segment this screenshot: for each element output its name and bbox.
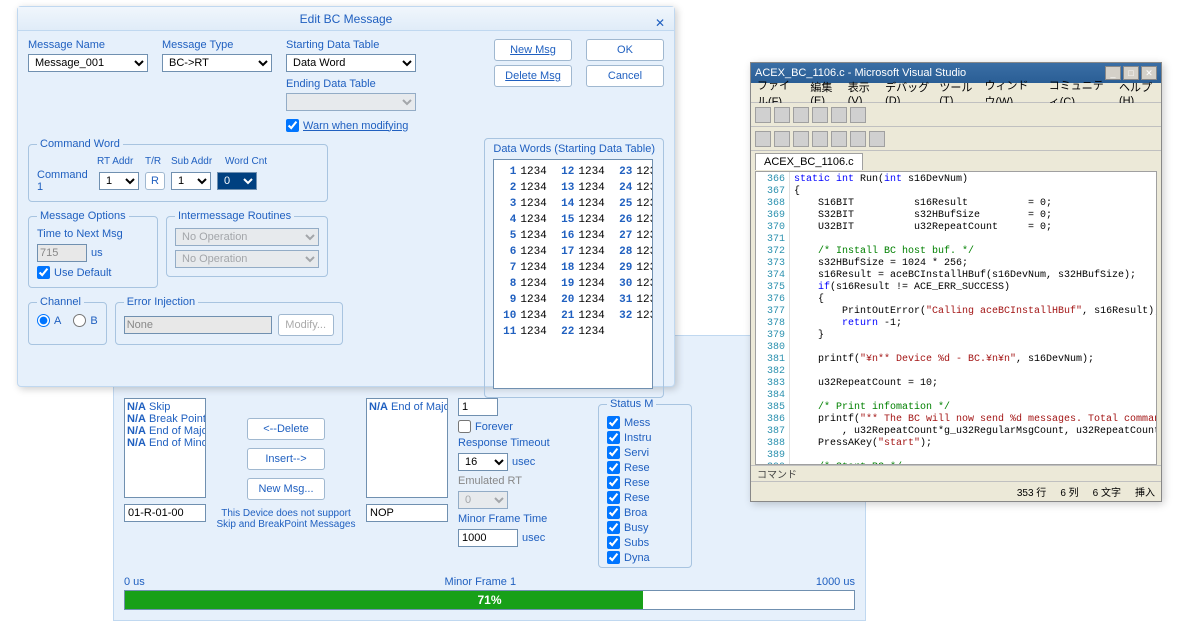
status-checkbox[interactable]: Broa xyxy=(607,506,683,519)
modify-button: Modify... xyxy=(278,314,334,336)
new-msg-button[interactable]: New Msg... xyxy=(247,478,325,500)
toolbar-icon[interactable] xyxy=(755,107,771,123)
status-checkbox[interactable]: Rese xyxy=(607,491,683,504)
progress-percent: 71% xyxy=(125,593,854,607)
errinj-input xyxy=(124,316,272,334)
cancel-button[interactable]: Cancel xyxy=(586,65,664,87)
starting-table-select[interactable]: Data Word xyxy=(286,54,416,72)
insert-button[interactable]: Insert--> xyxy=(247,448,325,470)
frame-code[interactable] xyxy=(124,504,206,522)
vs-tab[interactable]: ACEX_BC_1106.c xyxy=(755,153,863,170)
vs-toolbar[interactable] xyxy=(751,103,1161,127)
channel-a-radio[interactable] xyxy=(37,314,50,327)
minor-frame-label: Minor Frame Time xyxy=(458,513,588,525)
new-msg-button[interactable]: New Msg xyxy=(494,39,572,61)
device-warning: This Device does not support Skip and Br… xyxy=(216,508,356,530)
toolbar-icon[interactable] xyxy=(774,107,790,123)
forever-checkbox[interactable] xyxy=(458,420,471,433)
channel-fieldset: Channel A B xyxy=(28,296,107,345)
ending-table-label: Ending Data Table xyxy=(286,78,416,90)
status-checkbox[interactable]: Rese xyxy=(607,461,683,474)
word-cnt-select[interactable]: 0 xyxy=(217,172,257,190)
message-list-1[interactable]: N/A Skip N/A Break Point N/A End of Majo… xyxy=(124,398,206,498)
status-checkbox[interactable]: Terminal Flag xyxy=(607,566,683,568)
dialog-title-bar: Edit BC Message ✕ xyxy=(18,7,674,31)
intermessage-fieldset: Intermessage Routines No Operation No Op… xyxy=(166,210,328,277)
vs-cmd-label: コマンド xyxy=(751,465,1161,481)
nop-field[interactable] xyxy=(366,504,448,522)
sub-addr-select[interactable]: 1 xyxy=(171,172,211,190)
delete-msg-button[interactable]: Delete Msg xyxy=(494,65,572,87)
message-options-fieldset: Message Options Time to Next Msg us Use … xyxy=(28,210,158,288)
rt-addr-select[interactable]: 1 xyxy=(99,172,139,190)
minor-frame-input[interactable] xyxy=(458,529,518,547)
dialog-title: Edit BC Message xyxy=(300,12,393,26)
status-checkbox[interactable]: Subs xyxy=(607,536,683,549)
vs-menubar[interactable]: ファイル(F)編集(E)表示(V)デバッグ(D)ツール(T)ウィンドウ(W)コミ… xyxy=(751,83,1161,103)
vs-code-editor[interactable]: 366 367 368 369 370 371 372 373 374 375 … xyxy=(755,171,1157,465)
progress-mid: Minor Frame 1 xyxy=(445,576,517,588)
vs-toolbar-2[interactable] xyxy=(751,127,1161,151)
edit-bc-message-dialog: Edit BC Message ✕ Message Name Message_0… xyxy=(17,6,675,387)
delete-button[interactable]: <--Delete xyxy=(247,418,325,440)
tr-button[interactable]: R xyxy=(145,172,165,190)
message-type-label: Message Type xyxy=(162,39,272,51)
close-icon[interactable]: ✕ xyxy=(652,11,668,27)
toolbar-icon[interactable] xyxy=(774,131,790,147)
status-checkbox[interactable]: Dyna xyxy=(607,551,683,564)
toolbar-icon[interactable] xyxy=(850,107,866,123)
status-checkbox[interactable]: Instru xyxy=(607,431,683,444)
toolbar-icon[interactable] xyxy=(793,107,809,123)
warn-label: Warn when modifying xyxy=(303,120,408,132)
progress-left: 0 us xyxy=(124,576,145,588)
visual-studio-window: ACEX_BC_1106.c - Microsoft Visual Studio… xyxy=(750,62,1162,502)
channel-b-radio[interactable] xyxy=(73,314,86,327)
data-words-box[interactable]: 1123412123423123421234131234241234312341… xyxy=(493,159,653,389)
intermsg-select-1: No Operation xyxy=(175,228,319,246)
status-checkbox[interactable]: Busy xyxy=(607,521,683,534)
forever-label: Forever xyxy=(475,421,513,433)
intermsg-select-2: No Operation xyxy=(175,250,319,268)
toolbar-icon[interactable] xyxy=(755,131,771,147)
message-list-2[interactable]: N/A End of Major xyxy=(366,398,448,498)
emulated-rt-label: Emulated RT xyxy=(458,475,588,487)
message-name-label: Message Name xyxy=(28,39,148,51)
status-checkbox[interactable]: Rese xyxy=(607,476,683,489)
toolbar-icon[interactable] xyxy=(812,107,828,123)
toolbar-icon[interactable] xyxy=(869,131,885,147)
toolbar-icon[interactable] xyxy=(831,107,847,123)
error-injection-fieldset: Error Injection Modify... xyxy=(115,296,343,345)
time-input xyxy=(37,244,87,262)
status-checkbox[interactable]: Mess xyxy=(607,416,683,429)
emulated-rt-select: 0 xyxy=(458,491,508,509)
status-checkbox[interactable]: Servi xyxy=(607,446,683,459)
warn-checkbox[interactable] xyxy=(286,119,299,132)
toolbar-icon[interactable] xyxy=(850,131,866,147)
toolbar-icon[interactable] xyxy=(812,131,828,147)
use-default-checkbox[interactable] xyxy=(37,266,50,279)
data-words-title: Data Words (Starting Data Table) xyxy=(493,143,655,155)
toolbar-icon[interactable] xyxy=(793,131,809,147)
response-timeout-label: Response Timeout xyxy=(458,437,588,449)
ending-table-select xyxy=(286,93,416,111)
ok-button[interactable]: OK xyxy=(586,39,664,61)
toolbar-icon[interactable] xyxy=(831,131,847,147)
vs-status-bar: 353 行 6 列 6 文字 挿入 xyxy=(751,481,1161,501)
progress-bar: 71% xyxy=(124,590,855,610)
response-timeout-select[interactable]: 16 xyxy=(458,453,508,471)
progress-right: 1000 us xyxy=(816,576,855,588)
command-word-fieldset: Command Word RT Addr T/R Sub Addr Word C… xyxy=(28,138,328,202)
message-name-select[interactable]: Message_001 xyxy=(28,54,148,72)
message-type-select[interactable]: BC->RT xyxy=(162,54,272,72)
starting-table-label: Starting Data Table xyxy=(286,39,416,51)
